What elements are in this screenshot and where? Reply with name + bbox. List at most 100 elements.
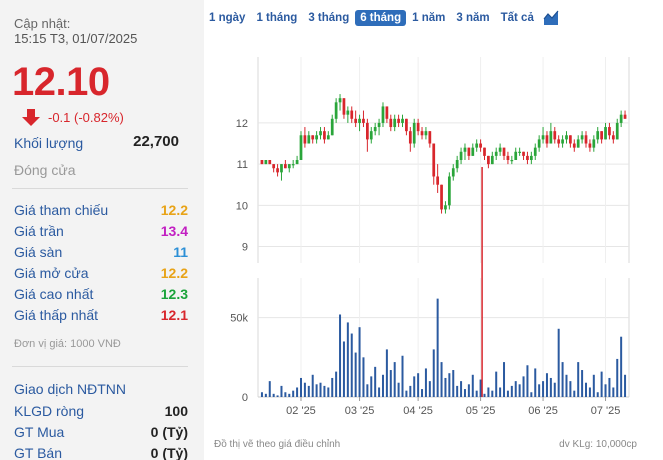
candle-body bbox=[580, 135, 584, 140]
candle-body bbox=[545, 135, 549, 144]
candle-body bbox=[506, 155, 510, 160]
volume-bar bbox=[276, 395, 279, 397]
candle-body bbox=[604, 127, 607, 140]
volume-bar bbox=[350, 333, 353, 397]
candle-body bbox=[572, 143, 576, 148]
volume-bar bbox=[569, 381, 572, 397]
volume-bar bbox=[374, 366, 377, 397]
volume-bar bbox=[522, 376, 525, 397]
candle-body bbox=[303, 135, 307, 144]
volume-bar bbox=[397, 382, 400, 397]
volume-bar bbox=[358, 327, 361, 397]
candle-body bbox=[451, 168, 455, 177]
volume-bar bbox=[401, 355, 404, 397]
candle-body bbox=[447, 176, 451, 206]
stat-value-high: 12.3 bbox=[160, 286, 188, 302]
volume-bar bbox=[428, 381, 431, 397]
volume-bar bbox=[624, 374, 627, 397]
candle-body bbox=[377, 122, 381, 128]
candle-body bbox=[338, 98, 342, 103]
foreign-label-buy: GT Mua bbox=[14, 424, 65, 440]
current-price: 12.10 bbox=[12, 60, 110, 104]
price-tick-label: 9 bbox=[242, 242, 248, 254]
area-chart-icon[interactable] bbox=[542, 10, 559, 26]
candle-body bbox=[362, 118, 365, 123]
tab-3-years[interactable]: 3 năm bbox=[451, 10, 494, 26]
candle-body bbox=[323, 131, 326, 140]
candle-body bbox=[533, 147, 537, 156]
volume-bar bbox=[542, 381, 545, 397]
tab-1-year[interactable]: 1 năm bbox=[407, 10, 450, 26]
volume-bar bbox=[354, 352, 357, 397]
volume-bar bbox=[534, 368, 537, 397]
volume-bar bbox=[389, 370, 392, 397]
candle-body bbox=[553, 131, 557, 140]
candle-body bbox=[436, 176, 440, 185]
volume-bar bbox=[456, 385, 459, 397]
stock-info-panel: Cập nhật: 15:15 T3, 01/07/2025 12.10 -0.… bbox=[0, 0, 204, 460]
stat-label-low: Giá thấp nhất bbox=[14, 307, 99, 323]
candle-body bbox=[287, 164, 291, 169]
candle-body bbox=[346, 110, 350, 115]
volume-bar bbox=[487, 387, 490, 397]
candle-body bbox=[494, 151, 498, 156]
x-tick-label: 06 '25 bbox=[528, 405, 558, 417]
volume-bar bbox=[315, 384, 318, 397]
tab-1-month[interactable]: 1 tháng bbox=[251, 10, 302, 26]
price-candles bbox=[260, 94, 627, 397]
price-tick-label: 12 bbox=[236, 118, 248, 130]
foreign-value-buy: 0 (Tỷ) bbox=[150, 424, 188, 440]
candle-body bbox=[295, 160, 299, 165]
candle-body bbox=[455, 160, 459, 169]
volume-bar bbox=[620, 336, 623, 397]
candle-body bbox=[311, 135, 315, 140]
volume-bar bbox=[448, 373, 451, 397]
volume-bar bbox=[471, 374, 474, 397]
tab-3-months[interactable]: 3 tháng bbox=[303, 10, 354, 26]
candle-body bbox=[475, 143, 479, 148]
volume-bar bbox=[370, 376, 373, 397]
volume-bar bbox=[585, 382, 588, 397]
volume-bar bbox=[311, 374, 314, 397]
tab-1-day[interactable]: 1 ngày bbox=[204, 10, 250, 26]
candle-body bbox=[272, 164, 276, 169]
volume-label: Khối lượng bbox=[14, 135, 84, 151]
candle-body bbox=[393, 118, 397, 128]
volume-bar bbox=[381, 374, 384, 397]
price-change: -0.1 (-0.82%) bbox=[48, 109, 124, 125]
candle-body bbox=[510, 160, 514, 162]
candle-body bbox=[498, 147, 502, 152]
candle-body bbox=[408, 131, 412, 144]
tab-6-months[interactable]: 6 tháng bbox=[355, 10, 407, 26]
volume-bar bbox=[557, 328, 560, 397]
stat-value-ceiling: 13.4 bbox=[160, 223, 188, 239]
candle-body bbox=[541, 135, 545, 140]
unit-note: Đơn vị giá: 1000 VNĐ bbox=[14, 338, 121, 350]
volume-bar bbox=[421, 389, 424, 397]
candle-body bbox=[326, 135, 330, 140]
volume-bar bbox=[405, 390, 408, 397]
candle-body bbox=[623, 114, 627, 119]
tab-all[interactable]: Tất cả bbox=[496, 10, 539, 26]
volume-bar bbox=[424, 368, 427, 397]
volume-bar bbox=[260, 392, 263, 397]
volume-bar bbox=[280, 385, 283, 397]
candle-body bbox=[381, 106, 385, 123]
candle-body bbox=[561, 139, 564, 144]
stat-label-high: Giá cao nhất bbox=[14, 286, 94, 302]
volume-bar bbox=[288, 393, 291, 397]
candle-body bbox=[479, 143, 482, 148]
volume-bar bbox=[588, 387, 591, 397]
candle-body bbox=[588, 143, 592, 148]
foreign-label-sell: GT Bán bbox=[14, 445, 62, 460]
price-volume-chart[interactable]: 12 11 10 9 50k 0 02 '25 03 '25 04 '25 05 '25 06 '2… bbox=[204, 0, 663, 460]
volume-bar bbox=[561, 362, 564, 397]
candle-body bbox=[483, 147, 486, 156]
volume-bar bbox=[444, 377, 447, 397]
volume-bar bbox=[577, 362, 580, 397]
arrow-down-icon bbox=[22, 107, 40, 127]
candle-body bbox=[487, 155, 490, 165]
candle-body bbox=[334, 102, 338, 119]
divider bbox=[12, 366, 188, 367]
candle-body bbox=[405, 118, 408, 132]
